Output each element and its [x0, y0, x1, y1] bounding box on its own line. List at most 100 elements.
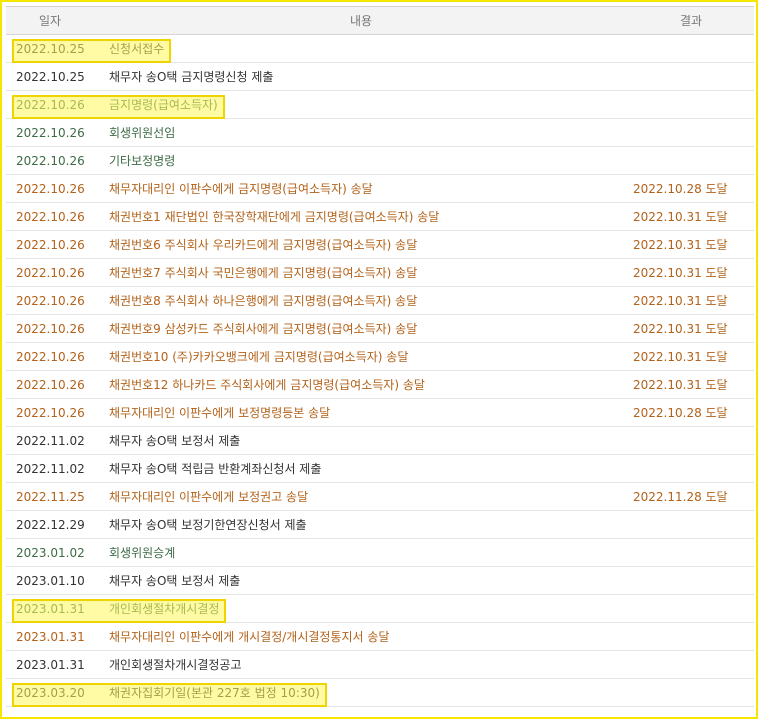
- row-content: 채무자 송O택 보정서 제출: [94, 426, 628, 455]
- table-row: 2022.10.26 채무자대리인 이판수에게 금지명령(급여소득자) 송달 202…: [6, 174, 754, 203]
- table-row: 2022.10.26 채권번호7 주식회사 국민은행에게 금지명령(급여소득자) …: [6, 258, 754, 287]
- table-row: 2023.01.02 회생위원승계: [6, 538, 754, 567]
- result-column-header: 결과: [628, 6, 754, 35]
- row-content: 채권번호12 하나카드 주식회사에게 금지명령(급여소득자) 송달: [94, 370, 628, 399]
- row-content: 채권번호1 재단법인 한국장학재단에게 금지명령(급여소득자) 송달: [94, 202, 628, 231]
- case-progress-table: 일자 내용 결과 2022.10.25 신청서접수 2022.10.25 채무자 송O…: [6, 6, 754, 707]
- row-date: 2022.10.26: [6, 398, 94, 427]
- row-content: 채권번호7 주식회사 국민은행에게 금지명령(급여소득자) 송달: [94, 258, 628, 287]
- row-content: 개인회생절차개시결정: [94, 594, 628, 623]
- row-date: 2022.11.25: [6, 482, 94, 511]
- row-content: 채무자대리인 이판수에게 보정명령등본 송달: [94, 398, 628, 427]
- row-date: 2022.10.26: [6, 314, 94, 343]
- table-row: 2023.03.20 채권자집회기일(본관 227호 법정 10:30): [6, 678, 754, 707]
- row-result: [628, 90, 754, 119]
- row-content: 채무자 송O택 보정기한연장신청서 제출: [94, 510, 628, 539]
- row-result: [628, 146, 754, 175]
- table-row: 2023.01.31 개인회생절차개시결정: [6, 594, 754, 623]
- row-date: 2022.11.02: [6, 454, 94, 483]
- row-date: 2023.01.02: [6, 538, 94, 567]
- table-row: 2022.10.26 채권번호10 (주)카카오뱅크에게 금지명령(급여소득자) …: [6, 342, 754, 371]
- table-row: 2022.12.29 채무자 송O택 보정기한연장신청서 제출: [6, 510, 754, 539]
- table-body: 2022.10.25 신청서접수 2022.10.25 채무자 송O택 금지명령신청 …: [6, 34, 754, 707]
- row-content: 채무자 송O택 금지명령신청 제출: [94, 62, 628, 91]
- header-row: 일자 내용 결과: [6, 6, 754, 35]
- row-date: 2023.01.31: [6, 622, 94, 651]
- row-content: 채권번호10 (주)카카오뱅크에게 금지명령(급여소득자) 송달: [94, 342, 628, 371]
- row-date: 2022.10.25: [6, 62, 94, 91]
- row-date: 2022.10.26: [6, 370, 94, 399]
- row-result: [628, 62, 754, 91]
- row-date: 2022.10.26: [6, 118, 94, 147]
- row-content: 채권번호6 주식회사 우리카드에게 금지명령(급여소득자) 송달: [94, 230, 628, 259]
- row-content: 개인회생절차개시결정공고: [94, 650, 628, 679]
- table-row: 2022.10.25 채무자 송O택 금지명령신청 제출: [6, 62, 754, 91]
- row-result: 2022.11.28 도달: [628, 482, 754, 511]
- row-content: 채무자 송O택 보정서 제출: [94, 566, 628, 595]
- row-result: [628, 454, 754, 483]
- table-row: 2022.10.26 금지명령(급여소득자): [6, 90, 754, 119]
- table-row: 2022.11.02 채무자 송O택 적립금 반환계좌신청서 제출: [6, 454, 754, 483]
- row-result: [628, 594, 754, 623]
- row-result: [628, 118, 754, 147]
- row-result: [628, 538, 754, 567]
- table-row: 2022.10.26 채권번호1 재단법인 한국장학재단에게 금지명령(급여소득자…: [6, 202, 754, 231]
- table-row: 2022.11.02 채무자 송O택 보정서 제출: [6, 426, 754, 455]
- table-row: 2023.01.31 채무자대리인 이판수에게 개시결정/개시결정통지서 송달: [6, 622, 754, 651]
- row-result: [628, 426, 754, 455]
- table-row: 2022.10.26 채권번호12 하나카드 주식회사에게 금지명령(급여소득자)…: [6, 370, 754, 399]
- row-date: 2023.01.31: [6, 650, 94, 679]
- row-result: 2022.10.31 도달: [628, 314, 754, 343]
- row-content: 채권번호9 삼성카드 주식회사에게 금지명령(급여소득자) 송달: [94, 314, 628, 343]
- row-result: 2022.10.31 도달: [628, 230, 754, 259]
- row-date: 2022.10.26: [6, 202, 94, 231]
- content-column-header: 내용: [94, 6, 628, 35]
- row-result: [628, 678, 754, 707]
- table-row: 2022.10.26 채권번호9 삼성카드 주식회사에게 금지명령(급여소득자) …: [6, 314, 754, 343]
- row-content: 금지명령(급여소득자): [94, 90, 628, 119]
- row-content: 기타보정명령: [94, 146, 628, 175]
- table-row: 2022.10.26 회생위원선임: [6, 118, 754, 147]
- row-date: 2022.10.26: [6, 258, 94, 287]
- row-result: [628, 650, 754, 679]
- table-header: 일자 내용 결과: [6, 6, 754, 35]
- row-content: 신청서접수: [94, 34, 628, 63]
- row-result: [628, 34, 754, 63]
- row-result: [628, 622, 754, 651]
- row-content: 채무자 송O택 적립금 반환계좌신청서 제출: [94, 454, 628, 483]
- row-content: 채권번호8 주식회사 하나은행에게 금지명령(급여소득자) 송달: [94, 286, 628, 315]
- row-date: 2022.10.26: [6, 230, 94, 259]
- table-row: 2022.10.26 채권번호8 주식회사 하나은행에게 금지명령(급여소득자) …: [6, 286, 754, 315]
- row-date: 2022.10.26: [6, 90, 94, 119]
- date-column-header: 일자: [6, 6, 94, 35]
- row-result: 2022.10.31 도달: [628, 286, 754, 315]
- table-row: 2022.11.25 채무자대리인 이판수에게 보정권고 송달 2022.11.28…: [6, 482, 754, 511]
- row-result: 2022.10.28 도달: [628, 174, 754, 203]
- row-date: 2022.11.02: [6, 426, 94, 455]
- table-row: 2023.01.31 개인회생절차개시결정공고: [6, 650, 754, 679]
- row-date: 2023.03.20: [6, 678, 94, 707]
- case-progress-panel: 일자 내용 결과 2022.10.25 신청서접수 2022.10.25 채무자 송O…: [0, 0, 758, 719]
- row-result: [628, 510, 754, 539]
- row-content: 채권자집회기일(본관 227호 법정 10:30): [94, 678, 628, 707]
- table-row: 2022.10.26 채무자대리인 이판수에게 보정명령등본 송달 2022.10.…: [6, 398, 754, 427]
- row-date: 2023.01.31: [6, 594, 94, 623]
- row-date: 2023.01.10: [6, 566, 94, 595]
- row-content: 채무자대리인 이판수에게 개시결정/개시결정통지서 송달: [94, 622, 628, 651]
- row-result: 2022.10.31 도달: [628, 202, 754, 231]
- row-result: 2022.10.31 도달: [628, 370, 754, 399]
- table-row: 2022.10.25 신청서접수: [6, 34, 754, 63]
- table-row: 2022.10.26 기타보정명령: [6, 146, 754, 175]
- row-content: 채무자대리인 이판수에게 보정권고 송달: [94, 482, 628, 511]
- row-date: 2022.10.26: [6, 146, 94, 175]
- row-result: 2022.10.31 도달: [628, 258, 754, 287]
- row-result: 2022.10.31 도달: [628, 342, 754, 371]
- row-date: 2022.10.26: [6, 174, 94, 203]
- row-content: 회생위원승계: [94, 538, 628, 567]
- table-row: 2022.10.26 채권번호6 주식회사 우리카드에게 금지명령(급여소득자) …: [6, 230, 754, 259]
- row-content: 채무자대리인 이판수에게 금지명령(급여소득자) 송달: [94, 174, 628, 203]
- row-date: 2022.10.26: [6, 286, 94, 315]
- row-result: 2022.10.28 도달: [628, 398, 754, 427]
- row-result: [628, 566, 754, 595]
- table-row: 2023.01.10 채무자 송O택 보정서 제출: [6, 566, 754, 595]
